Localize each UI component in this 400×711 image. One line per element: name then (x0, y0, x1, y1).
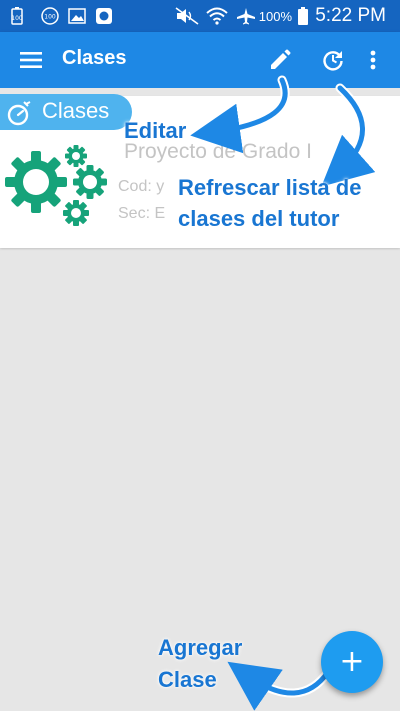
add-class-button[interactable]: + (321, 631, 383, 693)
edit-annotation: Editar (124, 118, 187, 143)
tutorial-arrows (190, 75, 376, 711)
add-annotation-line1: Agregar (158, 635, 243, 660)
plus-icon: + (339, 644, 365, 679)
add-annotation-line2: Clase (158, 667, 217, 692)
refresh-annotation-line1: Refrescar lista de (178, 175, 362, 200)
refresh-annotation-line2: clases del tutor (178, 206, 340, 231)
